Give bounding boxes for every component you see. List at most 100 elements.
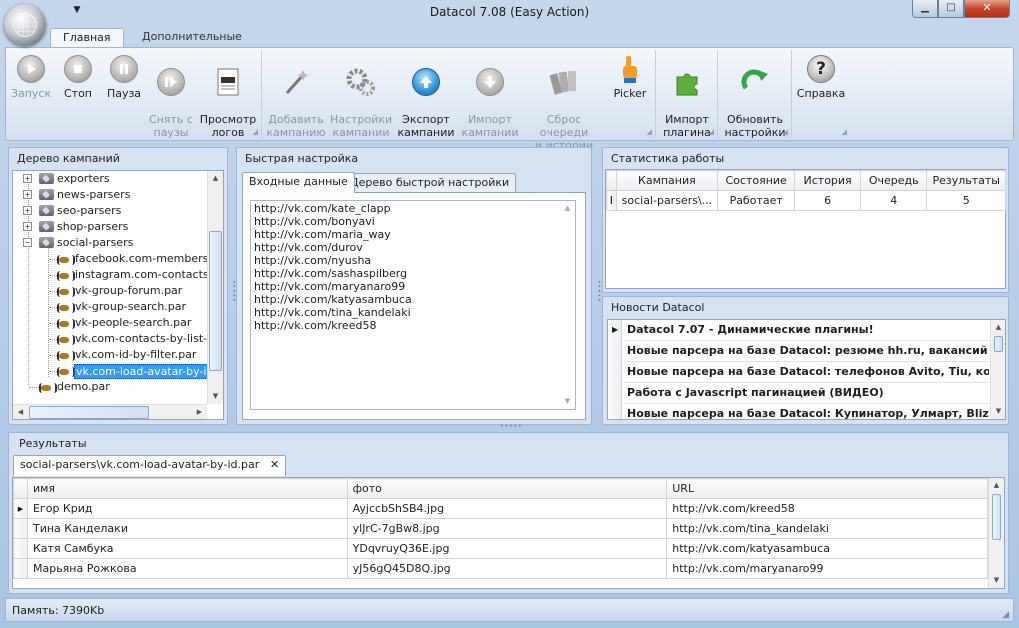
- unpause-button[interactable]: Снять с паузы: [146, 54, 196, 152]
- tree-item-campaign[interactable]: facebook.com-members-of: [13, 251, 223, 267]
- news-item[interactable]: Работа с Javascript пагинацией (ВИДЕО): [623, 383, 989, 404]
- tab-additional[interactable]: Дополнительные: [130, 28, 254, 48]
- news-scrollbar[interactable]: ▲ ▼: [990, 320, 1005, 419]
- scroll-down-icon[interactable]: ▼: [991, 404, 1005, 419]
- memory-status: Память: 7390Kb: [12, 604, 105, 617]
- news-item[interactable]: Новые парсера на базе Datacol: телефонов…: [623, 362, 989, 383]
- results-scrollbar[interactable]: ▲ ▼: [988, 478, 1004, 588]
- col-state[interactable]: Состояние: [717, 170, 796, 191]
- stats-grid[interactable]: Кампания Состояние История Очередь Резул…: [605, 169, 1006, 289]
- vertical-splitter[interactable]: •••••: [230, 280, 237, 303]
- scroll-thumb[interactable]: [209, 231, 222, 371]
- picker-button[interactable]: Picker: [608, 54, 652, 100]
- minimize-button[interactable]: ▁: [912, 0, 938, 18]
- scroll-down-icon[interactable]: ▼: [208, 389, 223, 404]
- tab-input-data[interactable]: Входные данные: [242, 172, 355, 193]
- results-doc-tab[interactable]: social-parsers\vk.com-load-avatar-by-id.…: [13, 455, 287, 476]
- news-item[interactable]: Datacol 7.07 - Динамические плагины!: [623, 320, 989, 341]
- spider-campaign-icon: [39, 381, 57, 394]
- tab-quick-setup-tree[interactable]: Дерево быстрой настройки: [343, 173, 517, 193]
- tree-vertical-scrollbar[interactable]: ▲ ▼: [207, 171, 223, 404]
- scroll-up-icon[interactable]: ▲: [989, 478, 1004, 493]
- scroll-down-icon[interactable]: ▼: [989, 573, 1004, 588]
- stats-row[interactable]: I social-parsers\... Работает 6 4 5: [606, 190, 1006, 211]
- results-row[interactable]: ▶ Егор Крид AyjccbShSB4.jpg http://vk.co…: [13, 498, 988, 519]
- input-line: http://vk.com/sashaspilberg: [254, 267, 408, 280]
- input-line: http://vk.com/tina_kandelaki: [254, 306, 411, 319]
- tree-item-campaign[interactable]: vk-people-search.par: [13, 315, 209, 331]
- resume-icon: [157, 68, 185, 96]
- results-grid[interactable]: имя фото URL ▶ Егор Крид AyjccbShSB4.jpg…: [12, 477, 1005, 589]
- tree-folder-label: shop-parsers: [57, 220, 129, 233]
- col-results[interactable]: Результаты: [926, 170, 1006, 191]
- horizontal-splitter[interactable]: •••••: [500, 423, 523, 430]
- title-bar[interactable]: Datacol 7.08 (Easy Action) ▼ ▁ □ ✕: [0, 0, 1019, 26]
- import-plugin-button[interactable]: Импорт плагина: [660, 54, 714, 152]
- tree-item-campaign[interactable]: vk.com-contacts-by-list-of-: [13, 331, 221, 347]
- resize-grip-icon[interactable]: ◢: [1002, 610, 1009, 620]
- expand-icon[interactable]: +: [23, 222, 32, 231]
- news-item[interactable]: Новые парсера на базе Datacol: резюме hh…: [623, 341, 989, 362]
- results-row[interactable]: Катя Самбука YDqvruyQ36E.jpg http://vk.c…: [13, 538, 988, 559]
- update-settings-button[interactable]: Обновить настройки: [722, 54, 788, 152]
- col-queue[interactable]: Очередь: [860, 170, 928, 191]
- tree-item-campaign-selected[interactable]: vk.com-load-avatar-by-id.p: [13, 363, 209, 379]
- scroll-up-icon[interactable]: ▲: [560, 201, 575, 216]
- tab-main[interactable]: Главная: [50, 28, 124, 48]
- export-campaign-button[interactable]: Экспорт кампании: [396, 54, 456, 152]
- add-campaign-button[interactable]: Добавить кампанию: [266, 54, 326, 152]
- input-scrollbar[interactable]: ▲ ▼: [560, 201, 575, 409]
- tree-item-campaign[interactable]: instagram.com-contacts-by: [13, 267, 223, 283]
- current-row-arrow-icon: ▶: [13, 498, 28, 519]
- campaign-tree[interactable]: + exporters + news-parsers + seo-parsers…: [12, 170, 224, 420]
- tree-item-campaign[interactable]: vk-group-forum.par: [13, 283, 209, 299]
- scroll-down-icon[interactable]: ▼: [560, 394, 575, 409]
- app-menu-orb-icon[interactable]: [4, 4, 46, 46]
- quick-access-dropdown-icon[interactable]: ▼: [70, 5, 84, 19]
- run-button[interactable]: Запуск: [8, 54, 54, 100]
- expand-icon[interactable]: +: [23, 190, 32, 199]
- news-item[interactable]: Новые парсера на базе Datacol: Купинатор…: [623, 404, 989, 419]
- group-launcher-icon[interactable]: ◢: [783, 128, 788, 136]
- group-launcher-icon[interactable]: ◢: [842, 128, 847, 136]
- col-campaign[interactable]: Кампания: [615, 170, 719, 191]
- help-button[interactable]: ? Справка: [796, 54, 846, 100]
- scroll-thumb[interactable]: [994, 336, 1003, 352]
- scroll-up-icon[interactable]: ▲: [991, 320, 1005, 335]
- stats-history-cell: 6: [794, 190, 862, 211]
- maximize-button[interactable]: □: [938, 0, 964, 18]
- col-history[interactable]: История: [794, 170, 862, 191]
- add-campaign-label: Добавить кампанию: [266, 113, 326, 139]
- results-row[interactable]: Тина Канделаки ylJrC-7gBw8.jpg http://vk…: [13, 518, 988, 539]
- group-launcher-icon[interactable]: ◢: [647, 128, 652, 136]
- tree-horizontal-scrollbar[interactable]: ◀ ▶: [13, 404, 207, 419]
- col-url[interactable]: URL: [666, 478, 988, 499]
- scroll-thumb[interactable]: [992, 494, 1001, 540]
- import-campaign-button[interactable]: Импорт кампании: [460, 54, 520, 152]
- scroll-up-icon[interactable]: ▲: [208, 171, 223, 186]
- group-launcher-icon[interactable]: ◢: [253, 128, 258, 136]
- vertical-splitter[interactable]: •••••: [595, 280, 602, 303]
- scroll-thumb[interactable]: [29, 406, 149, 419]
- close-button[interactable]: ✕: [964, 0, 1010, 18]
- close-tab-icon[interactable]: ✕: [270, 456, 279, 474]
- news-list[interactable]: ▶ Datacol 7.07 - Динамические плагины! Н…: [607, 319, 1006, 420]
- pause-button[interactable]: Пауза: [102, 54, 146, 100]
- scroll-left-icon[interactable]: ◀: [13, 405, 28, 419]
- scroll-right-icon[interactable]: ▶: [192, 405, 207, 419]
- expand-icon[interactable]: +: [23, 174, 32, 183]
- tree-item-campaign[interactable]: vk-group-search.par: [13, 299, 209, 315]
- tree-item-campaign[interactable]: vk.com-id-by-filter.par: [13, 347, 209, 363]
- col-photo[interactable]: фото: [346, 478, 668, 499]
- collapse-icon[interactable]: −: [23, 238, 32, 247]
- stop-button[interactable]: Стоп: [56, 54, 100, 100]
- tree-item-demo[interactable]: demo.par: [13, 379, 209, 395]
- expand-icon[interactable]: +: [23, 206, 32, 215]
- group-launcher-icon[interactable]: ◢: [709, 128, 714, 136]
- export-arrow-up-icon: [412, 68, 440, 96]
- col-name[interactable]: имя: [26, 478, 348, 499]
- results-row[interactable]: Марьяна Рожкова yJ56gQ45D8Q.jpg http://v…: [13, 558, 988, 579]
- campaign-settings-button[interactable]: Настройки кампании: [330, 54, 392, 152]
- view-logs-button[interactable]: Просмотр логов: [198, 54, 258, 152]
- input-data-textarea[interactable]: http://vk.com/kate_clapp http://vk.com/bo…: [250, 200, 576, 410]
